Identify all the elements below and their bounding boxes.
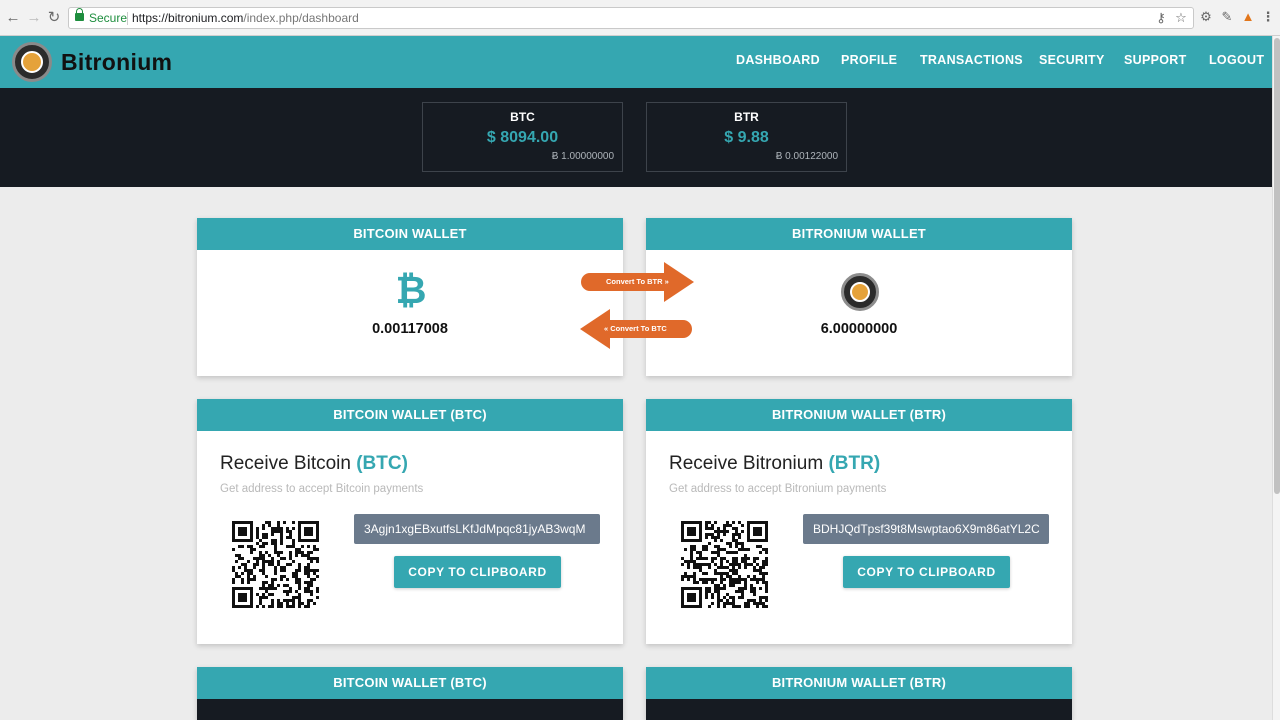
receive-btc-header: BITCOIN WALLET (BTC) (197, 399, 623, 431)
bitcoin-wallet-header: BITCOIN WALLET (197, 218, 623, 250)
nav-profile[interactable]: PROFILE (841, 53, 897, 67)
receive-btc-title-text: Receive Bitcoin (220, 453, 351, 474)
btc-history-header: BITCOIN WALLET (BTC) (197, 667, 623, 699)
btc-copy-button[interactable]: COPY TO CLIPBOARD (394, 556, 561, 588)
secure-label: Secure (89, 11, 128, 25)
menu-icon[interactable]: ⋮ (1260, 9, 1276, 25)
convert-to-btc-button[interactable]: « Convert To BTC (580, 309, 693, 349)
btc-symbol: BTC (510, 110, 535, 124)
reload-icon[interactable]: ↻ (45, 9, 63, 27)
site-name[interactable]: Bitronium (61, 49, 172, 76)
price-ticker: BTC $ 8094.00 Ƀ 1.00000000 BTR $ 9.88 Ƀ … (0, 88, 1272, 187)
nav-dashboard[interactable]: DASHBOARD (736, 53, 820, 67)
lock-icon (75, 8, 84, 21)
key-icon[interactable]: ⚷ (1153, 8, 1169, 28)
btr-price-box: BTR $ 9.88 Ƀ 0.00122000 (646, 102, 847, 172)
browser-toolbar: ← → ↻ Secure https://bitronium.com/index… (0, 0, 1280, 36)
btc-history-body (197, 699, 623, 720)
btc-qr-code (232, 521, 319, 608)
extension-icon[interactable]: ⚙ (1198, 9, 1214, 25)
address-bar[interactable]: Secure https://bitronium.com/index.php/d… (68, 7, 1194, 29)
btc-address-field[interactable] (354, 514, 600, 544)
btr-address-field[interactable] (803, 514, 1049, 544)
receive-btc-title: Receive Bitcoin (BTC) (220, 453, 408, 475)
receive-btc-card: BITCOIN WALLET (BTC) Receive Bitcoin (BT… (197, 399, 623, 644)
nav-security[interactable]: SECURITY (1039, 53, 1105, 67)
btc-price-box: BTC $ 8094.00 Ƀ 1.00000000 (422, 102, 623, 172)
btr-symbol: BTR (734, 110, 759, 124)
btr-copy-button[interactable]: COPY TO CLIPBOARD (843, 556, 1010, 588)
receive-btr-subtitle: Get address to accept Bitronium payments (669, 483, 887, 495)
receive-btr-card: BITRONIUM WALLET (BTR) Receive Bitronium… (646, 399, 1072, 644)
nav-support[interactable]: SUPPORT (1124, 53, 1187, 67)
receive-btr-currency: (BTR) (828, 453, 881, 474)
bitcoin-balance: 0.00117008 (372, 321, 448, 337)
bitronium-coin-icon (841, 273, 879, 311)
url-text[interactable]: https://bitronium.com/index.php/dashboar… (132, 8, 359, 28)
nav-logout[interactable]: LOGOUT (1209, 53, 1264, 67)
url-separator (127, 12, 128, 25)
btr-history-card: BITRONIUM WALLET (BTR) (646, 667, 1072, 720)
receive-btr-title: Receive Bitronium (BTR) (669, 453, 880, 475)
bitcoin-icon: ₿ (395, 270, 427, 312)
convert-to-btr-button[interactable]: Convert To BTR » (580, 262, 694, 302)
url-path: /index.php/dashboard (243, 11, 359, 25)
bitronium-wallet-card: BITRONIUM WALLET 6.00000000 (646, 218, 1072, 376)
convert-to-btc-label: « Convert To BTC (604, 324, 667, 333)
forward-icon[interactable]: → (25, 9, 43, 27)
back-icon[interactable]: ← (4, 9, 22, 27)
convert-to-btr-label: Convert To BTR » (606, 277, 669, 286)
receive-btc-subtitle: Get address to accept Bitcoin payments (220, 483, 424, 495)
eyedropper-icon[interactable]: ✎ (1219, 9, 1235, 25)
btr-history-body (646, 699, 1072, 720)
bitronium-logo-icon[interactable] (12, 42, 52, 82)
btr-history-header: BITRONIUM WALLET (BTR) (646, 667, 1072, 699)
nav-transactions[interactable]: TRANSACTIONS (920, 53, 1023, 67)
receive-btr-header: BITRONIUM WALLET (BTR) (646, 399, 1072, 431)
url-domain: https://bitronium.com (132, 11, 244, 25)
btr-qr-code (681, 521, 768, 608)
scrollbar-thumb[interactable] (1274, 38, 1280, 494)
btc-history-card: BITCOIN WALLET (BTC) (197, 667, 623, 720)
star-icon[interactable]: ☆ (1173, 8, 1189, 28)
site-header: Bitronium DASHBOARD PROFILE TRANSACTIONS… (0, 36, 1272, 88)
receive-btc-currency: (BTC) (356, 453, 408, 474)
scrollbar[interactable] (1272, 36, 1280, 720)
metamask-icon[interactable]: ▲ (1240, 9, 1256, 25)
btc-btc-price: Ƀ 1.00000000 (551, 151, 614, 162)
btc-usd-price: $ 8094.00 (486, 129, 559, 146)
btr-usd-price: $ 9.88 (724, 129, 769, 146)
bitronium-wallet-header: BITRONIUM WALLET (646, 218, 1072, 250)
bitcoin-wallet-card: BITCOIN WALLET ₿ 0.00117008 (197, 218, 623, 376)
bitronium-balance: 6.00000000 (820, 321, 898, 337)
receive-btr-title-text: Receive Bitronium (669, 453, 824, 474)
btr-btc-price: Ƀ 0.00122000 (775, 151, 838, 162)
